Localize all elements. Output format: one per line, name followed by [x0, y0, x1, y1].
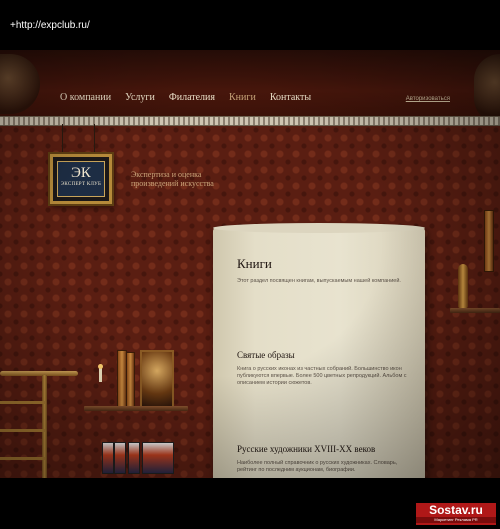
right-ornament-icon: [474, 54, 500, 124]
ladder-rung: [0, 429, 45, 432]
section-text: Книга о русских иконах из частных собран…: [237, 366, 407, 386]
logo-frame[interactable]: ЭК ЭКСПЕРТ КЛУБ: [50, 154, 112, 204]
login-link[interactable]: Авторизоваться: [406, 96, 450, 102]
book-spine: [484, 210, 494, 272]
header-band: О компании Услуги Филателия Книги Контак…: [0, 50, 500, 124]
candle-icon: [98, 364, 103, 382]
shelf: [450, 308, 500, 313]
shelf: [84, 406, 188, 411]
content-paper: Книги Этот раздел посвящен книгам, выпус…: [213, 223, 425, 478]
left-ornament-icon: [0, 54, 40, 114]
watermark-main: Sostav.ru: [429, 503, 483, 517]
tagline-line-1: Экспертиза и оценка: [131, 170, 202, 179]
dvd-box: [102, 442, 114, 474]
dvd-box: [128, 442, 140, 474]
section-text: Наиболее полный справочник о русских худ…: [237, 460, 398, 473]
logo: ЭК ЭКСПЕРТ КЛУБ: [57, 161, 105, 197]
dvd-box: [114, 442, 126, 474]
section-title[interactable]: Святые образы: [237, 350, 295, 360]
library-ladder: [0, 375, 50, 478]
page-title: Книги: [237, 256, 272, 271]
logo-text: ЭКСПЕРТ КЛУБ: [60, 182, 102, 187]
page-intro: Этот раздел посвящен книгам, выпускаемым…: [237, 278, 401, 284]
url-text[interactable]: +http://expclub.ru/: [10, 20, 90, 31]
nav-item-company[interactable]: О компании: [60, 92, 111, 103]
main-nav: О компании Услуги Филателия Книги Контак…: [60, 92, 311, 103]
nav-item-books[interactable]: Книги: [229, 92, 256, 103]
nav-item-contacts[interactable]: Контакты: [270, 92, 311, 103]
frame-wire: [62, 124, 63, 156]
browser-bar: +http://expclub.ru/: [0, 0, 500, 50]
section-title[interactable]: Русские художники XVIII-XX веков: [237, 444, 375, 454]
watermark-sub: Маркетинг Реклама PR: [416, 517, 496, 523]
frame-wire: [94, 124, 95, 156]
tagline-line-2: произведений искусства: [131, 179, 214, 188]
dvd-box: [142, 442, 174, 474]
nav-item-services[interactable]: Услуги: [125, 92, 155, 103]
book-spine: [126, 352, 135, 408]
icon-painting: [140, 350, 174, 408]
ladder-rail: [42, 375, 47, 478]
ladder-rung: [0, 401, 45, 404]
nav-item-philately[interactable]: Филателия: [169, 92, 215, 103]
ladder-rung: [0, 457, 45, 460]
decorative-trim: [0, 116, 500, 126]
watermark: Sostav.ru Маркетинг Реклама PR: [416, 503, 496, 525]
site-page: О компании Услуги Филателия Книги Контак…: [0, 50, 500, 478]
tagline: Экспертиза и оценка произведений искусст…: [131, 170, 241, 188]
statue-icon: [458, 264, 468, 308]
logo-mark: ЭК: [71, 165, 91, 181]
